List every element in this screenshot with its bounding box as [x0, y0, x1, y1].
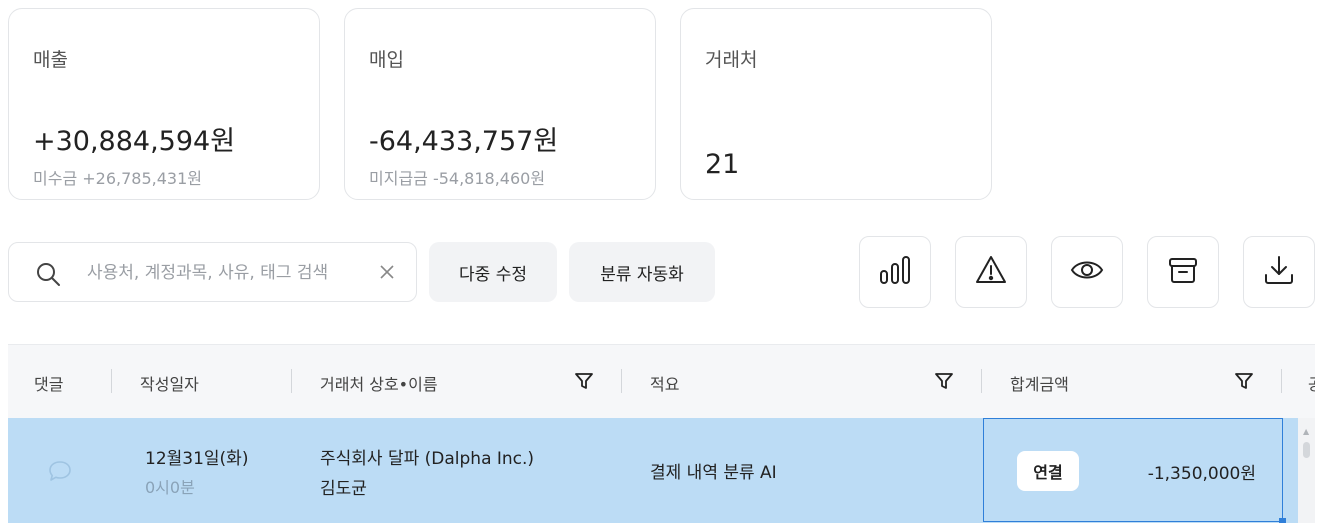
- purchase-value: -64,433,757원: [369, 126, 559, 157]
- filter-icon[interactable]: [574, 371, 594, 395]
- column-header-comment[interactable]: 댓글: [34, 371, 63, 395]
- warning-icon: [974, 253, 1008, 291]
- archive-icon: [1166, 253, 1200, 291]
- partners-card: 거래처 21: [680, 8, 992, 200]
- payable-value: 미지급금 -54,818,460원: [369, 169, 546, 188]
- search-box[interactable]: [8, 242, 417, 302]
- purchase-card: 매입 -64,433,757원 미지급금 -54,818,460원: [344, 8, 656, 200]
- row-partner-name: 주식회사 달파 (Dalpha Inc.): [320, 449, 535, 469]
- column-divider[interactable]: [111, 369, 112, 393]
- column-divider[interactable]: [981, 369, 982, 393]
- bulk-edit-button[interactable]: 다중 수정: [429, 242, 557, 302]
- row-time: 0시0분: [145, 478, 195, 497]
- bar-chart-icon: [878, 253, 912, 291]
- search-icon: [35, 261, 61, 291]
- column-header-partner[interactable]: 거래처 상호•이름: [320, 371, 438, 395]
- column-header-next[interactable]: 공: [1308, 371, 1315, 395]
- row-date: 12월31일(화): [145, 449, 249, 469]
- vertical-scrollbar[interactable]: ▲: [1298, 418, 1315, 523]
- download-button[interactable]: [1243, 236, 1315, 308]
- column-header-description[interactable]: 적요: [650, 371, 679, 395]
- partners-label: 거래처: [705, 49, 758, 71]
- link-button[interactable]: 연결: [1017, 451, 1079, 491]
- comment-icon[interactable]: [48, 460, 72, 486]
- warning-button[interactable]: [955, 236, 1027, 308]
- receivable-value: 미수금 +26,785,431원: [33, 169, 202, 188]
- row-amount: -1,350,000원: [1147, 464, 1256, 484]
- sales-label: 매출: [33, 49, 68, 71]
- scroll-up-icon[interactable]: ▲: [1303, 427, 1309, 436]
- column-header-amount[interactable]: 합계금액: [1010, 371, 1069, 395]
- table-row[interactable]: 12월31일(화) 0시0분 주식회사 달파 (Dalpha Inc.) 김도균…: [8, 418, 1298, 523]
- sales-card: 매출 +30,884,594원 미수금 +26,785,431원: [8, 8, 320, 200]
- table-header: 댓글 작성일자 거래처 상호•이름 적요 합계금액 공: [8, 344, 1315, 418]
- column-header-date[interactable]: 작성일자: [140, 371, 199, 395]
- scrollbar-thumb[interactable]: [1303, 442, 1310, 458]
- partners-count: 21: [705, 149, 740, 180]
- download-icon: [1262, 253, 1296, 291]
- amount-cell[interactable]: 연결 -1,350,000원: [983, 418, 1286, 523]
- archive-button[interactable]: [1147, 236, 1219, 308]
- row-description: 결제 내역 분류 AI: [650, 463, 777, 483]
- search-input[interactable]: [87, 257, 371, 289]
- view-button[interactable]: [1051, 236, 1123, 308]
- column-divider[interactable]: [621, 369, 622, 393]
- filter-icon[interactable]: [1234, 371, 1254, 395]
- eye-icon: [1069, 253, 1105, 291]
- auto-classify-button[interactable]: 분류 자동화: [569, 242, 715, 302]
- column-divider[interactable]: [291, 369, 292, 393]
- fill-handle[interactable]: [1279, 518, 1286, 523]
- sales-value: +30,884,594원: [33, 126, 236, 157]
- purchase-label: 매입: [369, 49, 404, 71]
- row-partner-person: 김도균: [320, 479, 367, 499]
- filter-icon[interactable]: [934, 371, 954, 395]
- close-icon[interactable]: [377, 262, 397, 286]
- chart-button[interactable]: [859, 236, 931, 308]
- column-divider[interactable]: [1281, 369, 1282, 393]
